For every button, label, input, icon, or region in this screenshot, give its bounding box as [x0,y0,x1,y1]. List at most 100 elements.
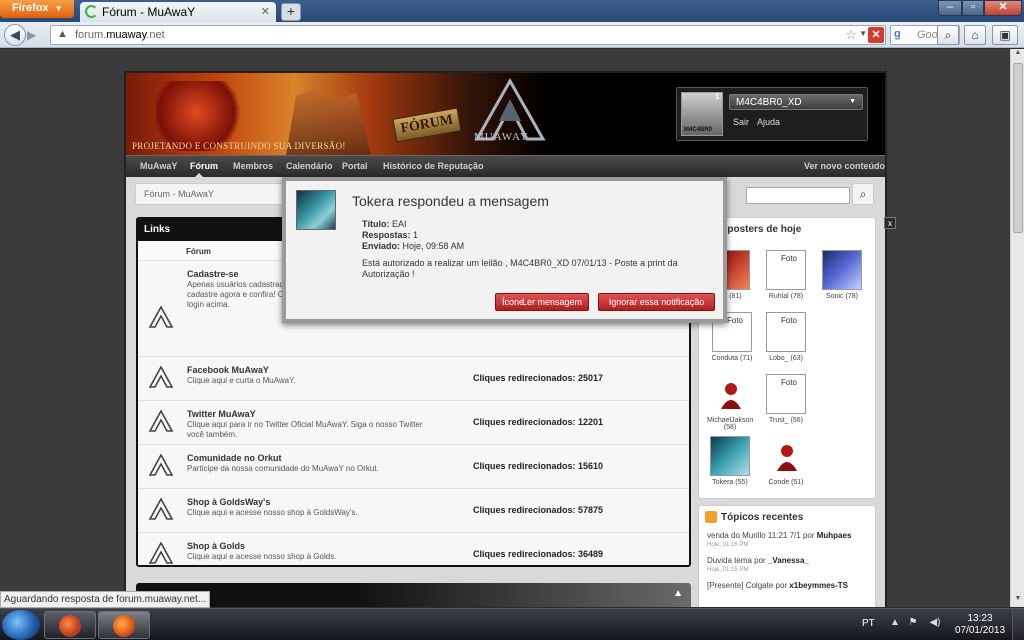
stop-button[interactable]: ✕ [868,27,884,43]
poster-item[interactable]: Foto Ruhlal (78) [763,250,809,300]
poster-avatar[interactable]: Foto [766,312,806,352]
google-icon[interactable]: g [894,28,908,42]
poster-avatar[interactable]: Foto [766,374,806,414]
bookmarks-button[interactable]: ▣ [992,25,1018,45]
notification-close-icon[interactable]: x [884,217,896,229]
topic-title[interactable]: [Presente] Colgate [707,581,773,590]
scrollbar-thumb[interactable] [1013,63,1023,233]
url-history-dropdown-icon[interactable]: ▼ [859,29,867,38]
forum-logo-icon [148,305,174,328]
poster-item[interactable]: Foto Lobo_ (63) [763,312,809,362]
close-window-button[interactable]: ✕ [984,0,1022,16]
close-tab-icon[interactable]: ✕ [261,5,270,18]
row-title[interactable]: Twitter MuAwaY [187,409,256,419]
topic-date: Hoje, 01:15 PM [707,567,749,573]
nav-item-portal[interactable]: Portal [342,161,368,171]
list-item[interactable]: venda do Murillo 11:21 7/1 por Muhpaes H… [699,531,875,548]
poster-count: (51) [791,479,804,486]
poster-count: (71) [739,355,753,362]
nav-new-content[interactable]: Ver novo conteúdo [804,161,885,171]
nav-item-muaway[interactable]: MuAwaY [140,161,177,171]
row-title[interactable]: Facebook MuAwaY [187,365,269,375]
row-title[interactable]: Shop à Golds [187,541,245,551]
row-desc: Clique aqui e acesse nosso shop à Golds. [187,552,337,561]
nav-item-historico[interactable]: Histórico de Reputação [383,161,484,171]
topic-user[interactable]: _Vanessa_ [768,556,809,565]
poster-avatar[interactable] [710,374,750,414]
url-text[interactable]: forum.muaway.net [75,29,165,41]
list-item[interactable]: Duvida tema por _Vanessa_ Hoje, 01:15 PM [699,556,875,573]
clock-time: 13:23 [967,613,993,624]
nav-item-calendario[interactable]: Calendário [286,161,333,171]
firefox-menu-label: Firefox [12,2,49,14]
banner-logo-text: MUAWAY [474,131,529,143]
username-label: M4C4BR0_XD [736,97,802,108]
recent-topics-panel: Tópicos recentes venda do Murillo 11:21 … [698,505,876,607]
poster-avatar[interactable] [710,436,750,476]
bookmark-star-icon[interactable]: ☆ [845,27,857,43]
taskbar-app-browser[interactable] [44,611,96,639]
maximize-button[interactable]: ▫ [962,0,984,16]
enviado-label: Enviado: [362,241,401,251]
notification-avatar[interactable] [296,190,336,230]
row-title[interactable]: Cadastre-se [187,269,239,279]
help-link[interactable]: Ajuda [757,117,780,127]
row-desc: Clique aqui para ir no Twitter Oficial M… [187,420,423,439]
language-indicator[interactable]: PT [862,618,875,629]
notification-count-badge[interactable]: 1 [715,92,719,101]
new-tab-button[interactable]: + [281,3,301,21]
row-desc: Clique aqui e acesse nosso shop à GoldsW… [187,508,358,517]
forward-button[interactable]: ▶ [27,27,45,43]
poster-item[interactable]: Tokera (55) [707,436,753,486]
list-item[interactable]: [Presente] Colgate por x1beymmes-TS [699,581,875,590]
back-button[interactable]: ◀ [4,24,26,46]
volume-icon[interactable]: ◀) [928,617,942,631]
nav-item-membros[interactable]: Membros [233,161,273,171]
taskbar-app-firefox[interactable] [98,611,150,639]
poster-avatar[interactable] [822,250,862,290]
show-desktop-button[interactable] [1012,609,1024,640]
topic-title[interactable]: Duvida tema [707,556,752,565]
topic-user[interactable]: Muhpaes [817,531,852,540]
logout-link[interactable]: Sair [733,117,749,127]
page-scrollbar[interactable]: ▲ ▼ [1010,49,1024,607]
home-button[interactable]: ⌂ [964,25,986,45]
poster-item[interactable]: Foto Trust_ (56) [763,374,809,424]
poster-item[interactable]: Sonic (78) [819,250,865,300]
ignore-notification-button[interactable]: Ignorar essa notificação [598,293,715,311]
row-title[interactable]: Comunidade no Orkut [187,453,282,463]
poster-count: (78) [845,293,858,300]
poster-name: MichaelJakson [707,417,754,424]
topic-user[interactable]: x1beymmes-TS [789,581,848,590]
user-silhouette-icon [777,445,797,471]
search-go-button[interactable]: ⌕ [937,25,959,45]
poster-name: Sonic [826,293,844,300]
poster-avatar[interactable]: Foto [766,250,806,290]
site-identity-icon[interactable]: ▲ [57,28,68,40]
topic-title[interactable]: venda do Murillo 11:21 7/1 [707,531,801,540]
url-bar[interactable]: ▲ forum.muaway.net ☆ ▼ ✕ [50,25,886,45]
breadcrumb[interactable]: Fórum - MuAwaY [135,183,295,205]
firefox-menu-button[interactable]: Firefox ▼ [0,0,74,18]
button-icon-alt: Ícone [502,297,525,307]
poster-avatar[interactable] [766,436,806,476]
tab-forum[interactable]: Fórum - MuAwaY ✕ [80,2,276,22]
row-title[interactable]: Shop à GoldsWay's [187,497,270,507]
poster-item[interactable]: Conde (51) [763,436,809,486]
scroll-up-icon[interactable]: ▲ [1011,49,1024,61]
forum-logo-icon [148,541,174,564]
network-icon[interactable]: ⚑ [906,617,920,631]
arrow-up-icon[interactable]: ▲ [673,588,683,599]
nav-item-forum[interactable]: Fórum [190,161,218,171]
poster-count: (63) [790,355,803,362]
forum-search-input[interactable] [746,187,850,204]
search-icon[interactable]: ⌕ [852,183,874,205]
browser-app-icon [59,615,81,637]
clock[interactable]: 13:23 07/01/2013 [952,613,1008,637]
poster-item[interactable]: MichaelJakson (58) [707,374,753,431]
username-dropdown[interactable]: M4C4BR0_XD ▼ [729,94,863,110]
minimize-button[interactable]: – [938,0,962,16]
start-button[interactable] [2,610,40,640]
scroll-down-icon[interactable]: ▼ [1011,595,1024,607]
show-hidden-icons[interactable]: ▲ [888,617,902,631]
